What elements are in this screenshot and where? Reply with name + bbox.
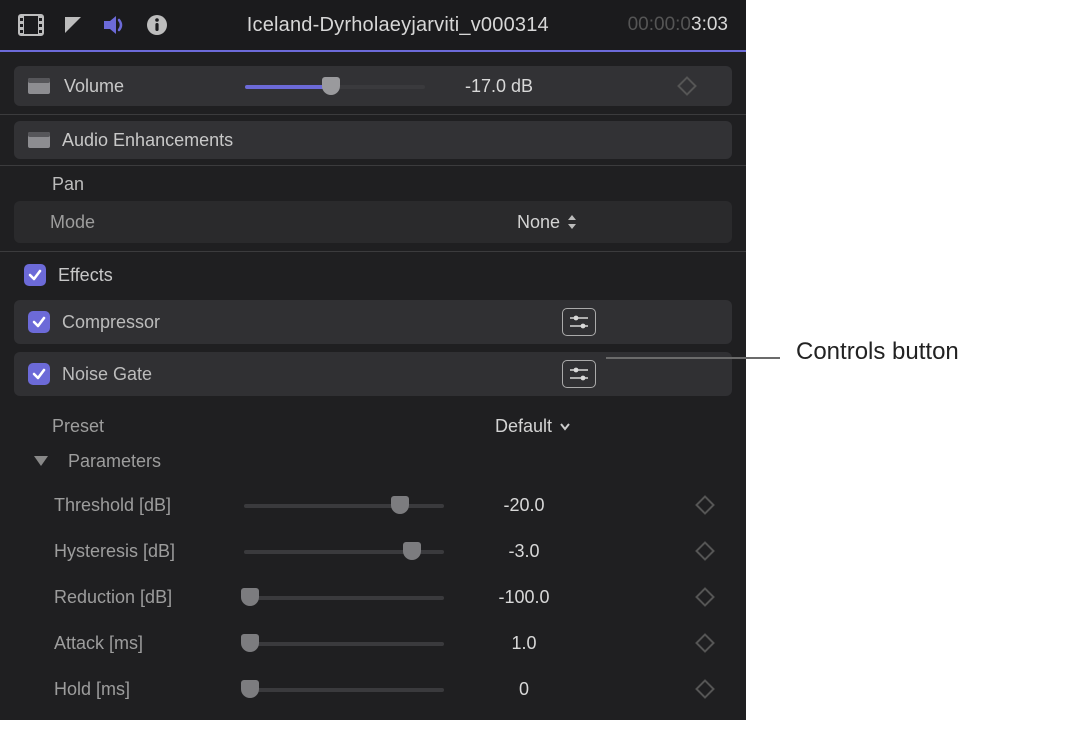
pan-mode-dropdown[interactable]: None <box>517 212 578 233</box>
volume-value[interactable]: -17.0 dB <box>439 76 559 97</box>
inspector-topbar: Iceland-Dyrholaeyjarviti_v000314 00:00:0… <box>0 0 746 52</box>
param-row-threshold: Threshold [dB] -20.0 <box>34 482 728 528</box>
preset-value: Default <box>495 416 552 437</box>
parameters-list: Threshold [dB] -20.0 Hysteresis [dB] -3.… <box>0 478 746 712</box>
param-label: Threshold [dB] <box>34 495 234 516</box>
pan-mode-row: Mode None <box>14 201 732 243</box>
param-value[interactable]: -3.0 <box>464 541 584 562</box>
effect-row-compressor: Compressor <box>14 300 732 344</box>
parameters-label: Parameters <box>68 451 161 472</box>
callout-text: Controls button <box>796 338 959 366</box>
audio-enhancements-label: Audio Enhancements <box>62 130 233 151</box>
callout-line <box>606 357 780 359</box>
keyframe-icon[interactable] <box>695 679 715 699</box>
param-slider-reduction[interactable] <box>244 587 444 607</box>
film-icon[interactable] <box>18 14 44 36</box>
audio-inspector: Iceland-Dyrholaeyjarviti_v000314 00:00:0… <box>0 0 746 720</box>
pan-mode-value: None <box>517 212 560 233</box>
timecode-prefix: 00:00:0 <box>628 14 691 35</box>
effects-header: Effects <box>0 252 746 292</box>
section-icon <box>28 78 50 94</box>
keyframe-icon[interactable] <box>695 495 715 515</box>
preset-row: Preset Default <box>0 404 746 444</box>
preset-dropdown[interactable]: Default <box>495 416 572 437</box>
parameters-header[interactable]: Parameters <box>0 444 746 478</box>
keyframe-icon[interactable] <box>695 633 715 653</box>
param-label: Attack [ms] <box>34 633 234 654</box>
param-label: Hysteresis [dB] <box>34 541 234 562</box>
keyframe-icon[interactable] <box>677 76 697 96</box>
preset-label: Preset <box>52 416 104 437</box>
controls-button-noise-gate[interactable] <box>562 360 596 388</box>
param-label: Hold [ms] <box>34 679 234 700</box>
chevron-down-icon <box>558 419 572 433</box>
pan-label: Pan <box>0 166 746 197</box>
inspector-tab-icons <box>18 14 168 36</box>
param-slider-hysteresis[interactable] <box>244 541 444 561</box>
speaker-icon[interactable] <box>102 14 128 36</box>
pan-mode-label: Mode <box>50 212 95 233</box>
section-icon <box>28 132 50 148</box>
timecode-tail: 3:03 <box>691 14 728 35</box>
updown-chevrons-icon <box>566 213 578 231</box>
keyframe-icon[interactable] <box>695 587 715 607</box>
effect-checkbox-compressor[interactable] <box>28 311 50 333</box>
param-label: Reduction [dB] <box>34 587 234 608</box>
param-value[interactable]: -100.0 <box>464 587 584 608</box>
keyframe-icon[interactable] <box>695 541 715 561</box>
param-slider-threshold[interactable] <box>244 495 444 515</box>
disclosure-triangle-icon <box>34 456 48 466</box>
param-row-reduction: Reduction [dB] -100.0 <box>34 574 728 620</box>
param-row-hysteresis: Hysteresis [dB] -3.0 <box>34 528 728 574</box>
volume-label: Volume <box>64 76 124 97</box>
param-slider-attack[interactable] <box>244 633 444 653</box>
effect-name: Noise Gate <box>62 364 152 385</box>
info-icon[interactable] <box>146 14 168 36</box>
clip-duration: 00:00:03:03 <box>628 14 728 36</box>
clip-name: Iceland-Dyrholaeyjarviti_v000314 <box>188 14 608 37</box>
volume-row: Volume -17.0 dB <box>14 66 732 106</box>
audio-enhancements-header[interactable]: Audio Enhancements <box>14 121 732 159</box>
volume-slider[interactable] <box>245 76 425 96</box>
param-value[interactable]: -20.0 <box>464 495 584 516</box>
param-value[interactable]: 0 <box>464 679 584 700</box>
effects-label: Effects <box>58 265 113 286</box>
param-value[interactable]: 1.0 <box>464 633 584 654</box>
param-row-hold: Hold [ms] 0 <box>34 666 728 712</box>
controls-button-compressor[interactable] <box>562 308 596 336</box>
effects-checkbox[interactable] <box>24 264 46 286</box>
effect-checkbox-noise-gate[interactable] <box>28 363 50 385</box>
param-slider-hold[interactable] <box>244 679 444 699</box>
effect-name: Compressor <box>62 312 160 333</box>
razor-icon[interactable] <box>62 14 84 36</box>
param-row-attack: Attack [ms] 1.0 <box>34 620 728 666</box>
